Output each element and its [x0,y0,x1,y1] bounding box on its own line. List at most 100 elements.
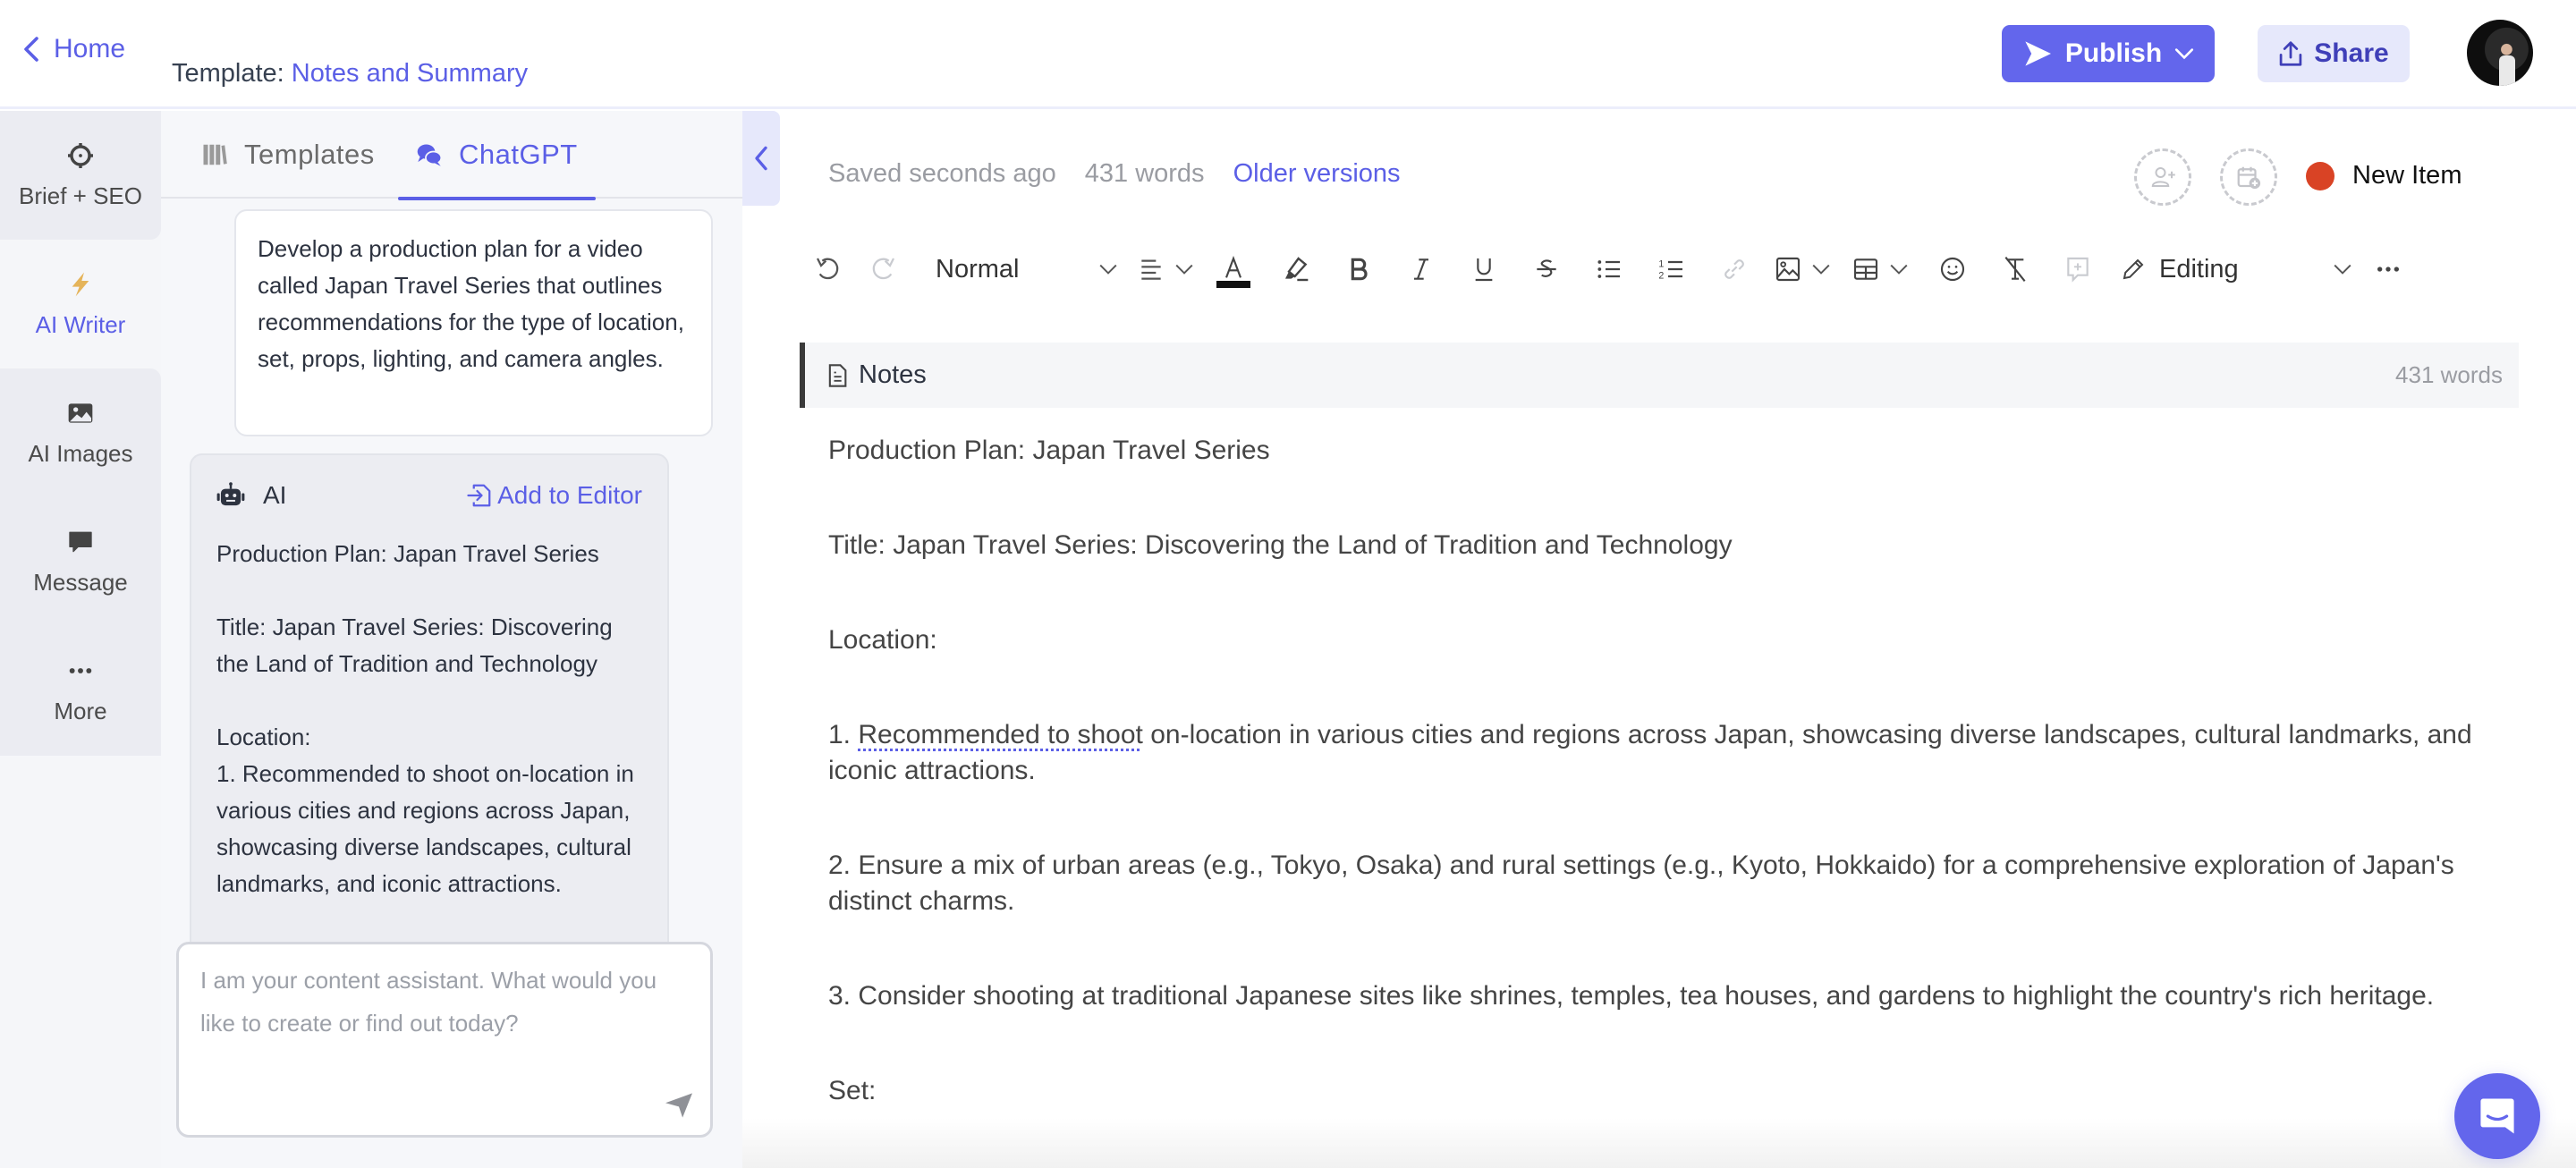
highlighter-icon [1285,257,1309,282]
editing-mode-dropdown[interactable]: Editing [2120,255,2352,284]
ai-response-header: AI Add to Editor [216,455,642,536]
chat-input[interactable]: I am your content assistant. What would … [176,942,713,1138]
align-dropdown[interactable] [1129,243,1202,295]
image-icon [68,402,93,423]
document-meta: Saved seconds ago 431 words Older versio… [828,159,1401,189]
highlight-button[interactable] [1265,243,1327,295]
chevron-down-icon [1099,264,1117,275]
redo-button[interactable] [852,243,914,295]
strikethrough-icon [1537,259,1556,277]
top-header: Home Template: Notes and Summary Publish… [0,0,2576,109]
books-icon [203,144,227,165]
upload-icon [2280,41,2302,66]
text-color-button[interactable] [1202,243,1265,295]
publish-button[interactable]: Publish [2002,25,2215,82]
collapse-panel-button[interactable] [742,111,780,206]
more-dots-icon [69,667,92,673]
crosshair-icon [68,142,93,168]
home-link[interactable]: Home [21,34,125,64]
clear-formatting-button[interactable] [1984,243,2046,295]
block-style-value: Normal [936,254,1020,284]
assign-user-button[interactable] [2134,148,2191,206]
redo-icon [872,258,895,280]
insert-image-dropdown[interactable] [1766,243,1839,295]
ai-paragraph: Production Plan: Japan Travel Series [216,540,599,567]
nav-item-message[interactable]: Message [0,497,161,626]
bold-button[interactable] [1327,243,1390,295]
insert-table-dropdown[interactable] [1839,243,1921,295]
home-label: Home [54,34,126,63]
chevron-down-icon [1890,264,1908,275]
numbered-list-button[interactable]: 12 [1640,243,1703,295]
schedule-button[interactable] [2220,148,2277,206]
more-options-button[interactable] [2352,243,2424,295]
item-status[interactable]: New Item [2306,161,2462,190]
doc-location-label: Location: [828,625,937,655]
chevron-down-icon [1175,264,1193,275]
nav-item-ai-images[interactable]: AI Images [0,368,161,497]
strikethrough-button[interactable] [1515,243,1578,295]
chat-bubbles-icon [417,144,443,166]
share-label: Share [2314,38,2389,68]
chevron-down-icon [2334,264,2351,275]
undo-button[interactable] [805,243,852,295]
nav-item-more[interactable]: More [0,626,161,755]
block-style-dropdown[interactable]: Normal [914,243,1129,295]
nav-item-ai-writer[interactable]: AI Writer [0,240,161,368]
table-icon [1853,258,1878,280]
chevron-left-icon [24,37,38,62]
help-chat-button[interactable] [2454,1073,2540,1159]
status-label: New Item [2352,161,2462,190]
panel-tabs: Templates ChatGPT [161,111,742,200]
chat-input-placeholder: I am your content assistant. What would … [200,967,657,1037]
share-button[interactable]: Share [2258,25,2410,82]
nav-label: More [54,697,107,724]
chat-smile-icon [2480,1098,2514,1134]
emoji-button[interactable] [1921,243,1984,295]
list-number: 1. [828,720,859,749]
italic-button[interactable] [1390,243,1453,295]
doc-heading: Production Plan: Japan Travel Series [828,436,1270,465]
older-versions-link[interactable]: Older versions [1233,159,1401,189]
smiley-icon [1940,257,1965,282]
nav-label: Message [33,568,128,596]
bullet-list-button[interactable] [1578,243,1640,295]
add-to-editor-button[interactable]: Add to Editor [467,481,642,510]
nav-label: Brief + SEO [19,182,142,209]
notes-title: Notes [826,360,927,390]
document-body[interactable]: Production Plan: Japan Travel Series Tit… [828,433,2492,1168]
chevron-down-icon [2175,48,2194,60]
user-avatar[interactable] [2467,20,2533,86]
editor-toolbar: Normal 12 Editing [805,243,2469,295]
chat-bubble-icon [69,531,92,552]
publish-label: Publish [2064,38,2163,68]
flagged-phrase[interactable]: Recommended to shoot [858,720,1143,749]
underline-button[interactable] [1453,243,1515,295]
template-name[interactable]: Notes and Summary [292,59,528,88]
left-navigation: Brief + SEO AI Writer AI Images Message … [0,111,161,1168]
chevron-left-icon [755,146,767,171]
document-icon [828,363,847,387]
italic-icon [1414,258,1428,280]
editing-mode-label: Editing [2159,254,2239,284]
add-to-editor-label: Add to Editor [497,481,642,509]
bullet-list-icon [1597,260,1620,278]
link-button[interactable] [1703,243,1766,295]
template-prefix: Template: [172,59,284,88]
nav-item-brief-seo[interactable]: Brief + SEO [0,111,161,240]
pencil-icon [2123,258,2144,280]
send-icon[interactable] [664,1092,694,1119]
notes-section-header: Notes 431 words [800,343,2519,408]
svg-text:1: 1 [1658,258,1664,269]
send-icon [2025,41,2051,66]
clear-format-icon [2004,257,2026,282]
tab-chatgpt[interactable]: ChatGPT [398,111,596,200]
template-indicator: Template: Notes and Summary [172,59,528,89]
add-comment-button[interactable] [2046,243,2109,295]
text-color-icon [1225,255,1241,278]
ai-sender-label: AI [263,481,287,509]
tab-templates[interactable]: Templates [201,111,375,199]
ai-sender: AI [216,481,286,510]
tab-label: Templates [244,139,375,170]
doc-title-line: Title: Japan Travel Series: Discovering … [828,530,1733,560]
